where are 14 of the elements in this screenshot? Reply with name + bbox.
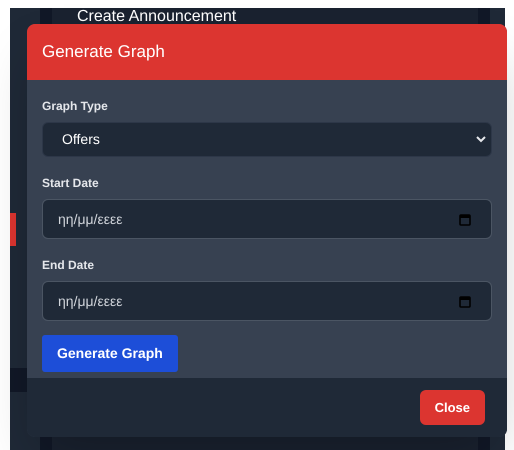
- active-indicator: [10, 213, 16, 246]
- field-label: Start Date: [42, 175, 100, 192]
- calendar-icon[interactable]: [459, 294, 471, 308]
- calendar-icon[interactable]: [459, 212, 471, 226]
- field-label: End Date: [42, 257, 96, 274]
- dialog-title: Generate Graph: [42, 41, 165, 64]
- generate-graph-button[interactable]: Generate Graph: [42, 335, 178, 372]
- graph-type-select[interactable]: Offers: [42, 122, 492, 157]
- page-heading: Create Announcement: [77, 8, 236, 26]
- date-input[interactable]: ηη/μμ/εεεε: [42, 281, 492, 321]
- close-button[interactable]: Close: [420, 390, 485, 425]
- date-input[interactable]: ηη/μμ/εεεε: [42, 199, 492, 239]
- field-label: Graph Type: [42, 98, 109, 115]
- chevron-down-icon: [476, 136, 486, 143]
